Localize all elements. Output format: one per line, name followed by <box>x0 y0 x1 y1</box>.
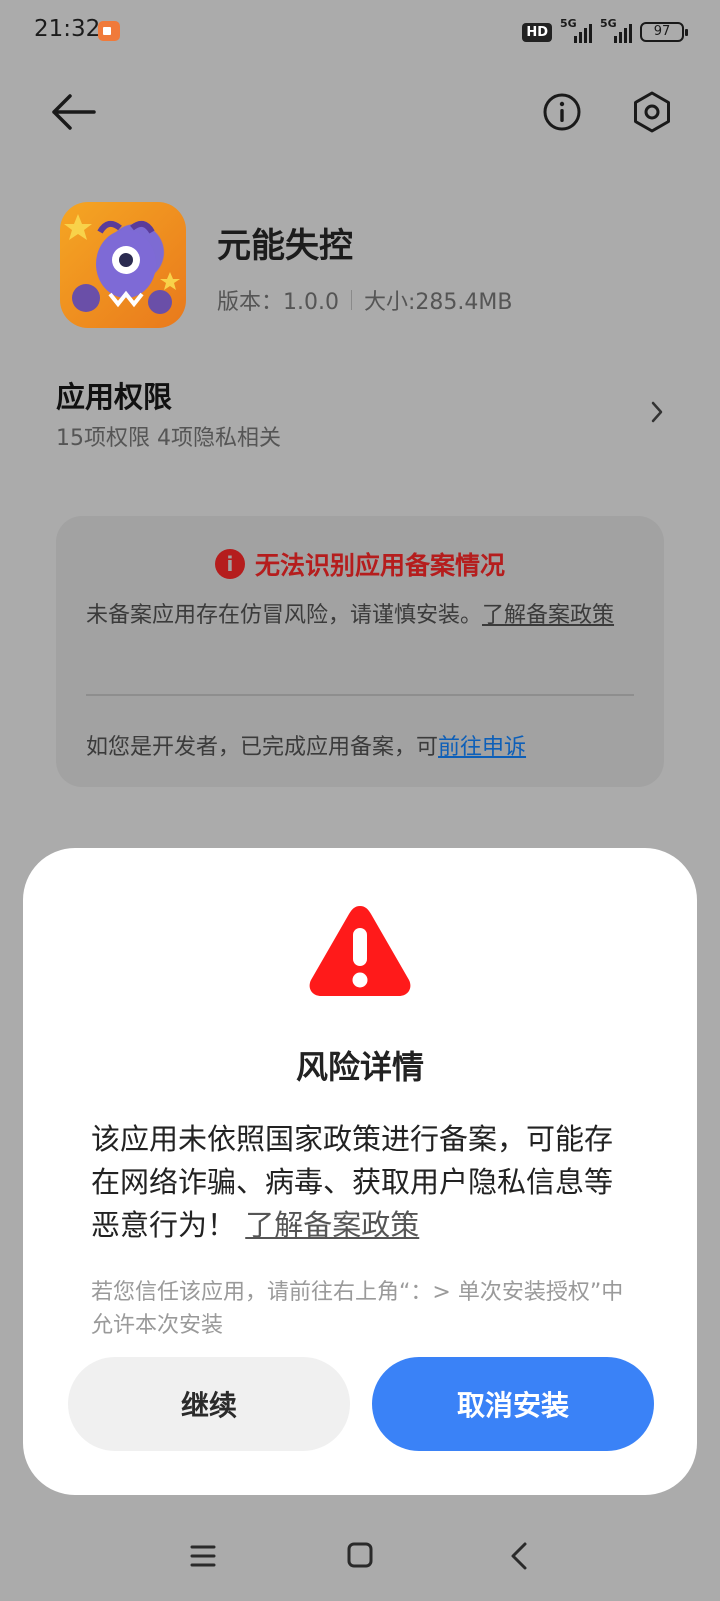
menu-icon <box>190 1545 216 1567</box>
app-meta: 版本：1.0.0 大小:285.4MB <box>217 284 512 316</box>
continue-button[interactable]: 继续 <box>68 1357 350 1451</box>
battery-icon: 97 <box>640 22 688 42</box>
network-type-2: 5G <box>600 17 617 30</box>
warning-title-row: i 无法识别应用备案情况 <box>56 546 664 582</box>
nav-menu-button[interactable] <box>190 1544 216 1568</box>
signal-icon: 5G <box>600 17 632 43</box>
cancel-install-button[interactable]: 取消安装 <box>372 1357 654 1451</box>
app-name: 元能失控 <box>217 226 353 266</box>
settings-hexagon-icon <box>634 91 670 133</box>
hd-badge: HD <box>522 22 552 42</box>
home-icon <box>347 1542 373 1568</box>
developer-text: 如您是开发者，已完成应用备案，可 <box>86 735 439 760</box>
settings-button[interactable] <box>630 90 674 134</box>
signal-icon: 5G <box>560 17 592 43</box>
warning-triangle-icon <box>305 900 415 1000</box>
warning-title: 无法识别应用备案情况 <box>254 551 505 580</box>
status-icons: HD 5G 5G 97 <box>522 17 688 46</box>
appeal-link[interactable]: 前往申诉 <box>438 735 526 760</box>
info-circle-icon <box>543 93 581 131</box>
app-size: 大小:285.4MB <box>363 290 513 315</box>
permissions-title[interactable]: 应用权限 <box>56 374 172 416</box>
info-button[interactable] <box>542 92 582 132</box>
record-warning-card: i 无法识别应用备案情况 未备案应用存在仿冒风险，请谨慎安装。了解备案政策 如您… <box>56 516 664 787</box>
dialog-policy-link[interactable]: 了解备案政策 <box>245 1208 419 1242</box>
nav-back-button[interactable] <box>510 1541 528 1571</box>
developer-row: 如您是开发者，已完成应用备案，可前往申诉 <box>86 729 526 761</box>
app-icon-illustration <box>64 214 180 314</box>
permissions-chevron[interactable] <box>650 400 664 424</box>
warning-body: 未备案应用存在仿冒风险，请谨慎安装。了解备案政策 <box>86 600 634 632</box>
back-button[interactable] <box>50 92 96 132</box>
screen-record-icon <box>98 21 120 41</box>
permissions-summary[interactable]: 15项权限 4项隐私相关 <box>56 420 281 452</box>
policy-link[interactable]: 了解备案政策 <box>482 603 614 628</box>
network-type-1: 5G <box>560 17 577 30</box>
risk-dialog: 风险详情 该应用未依照国家政策进行备案，可能存在网络诈骗、病毒、获取用户隐私信息… <box>23 848 697 1495</box>
status-bar: 21:32 HD 5G 5G 97 <box>0 0 720 62</box>
status-time: 21:32 <box>34 16 101 42</box>
back-chevron-icon <box>511 1542 527 1570</box>
warning-text: 未备案应用存在仿冒风险，请谨慎安装。 <box>86 603 483 628</box>
warning-info-icon: i <box>214 549 245 579</box>
meta-divider <box>350 290 352 310</box>
chevron-right-icon <box>651 401 663 423</box>
dialog-title: 风险详情 <box>295 1048 424 1086</box>
arrow-left-icon <box>52 94 96 130</box>
dialog-hint: 若您信任该应用，请前往右上角“：> 单次安装授权”中允许本次安装 <box>91 1280 624 1338</box>
app-icon <box>60 202 186 328</box>
divider <box>86 694 634 696</box>
nav-home-button[interactable] <box>347 1542 373 1568</box>
dialog-body: 该应用未依照国家政策进行备案，可能存在网络诈骗、病毒、获取用户隐私信息等恶意行为… <box>91 1118 631 1247</box>
app-version: 版本：1.0.0 <box>217 290 339 315</box>
